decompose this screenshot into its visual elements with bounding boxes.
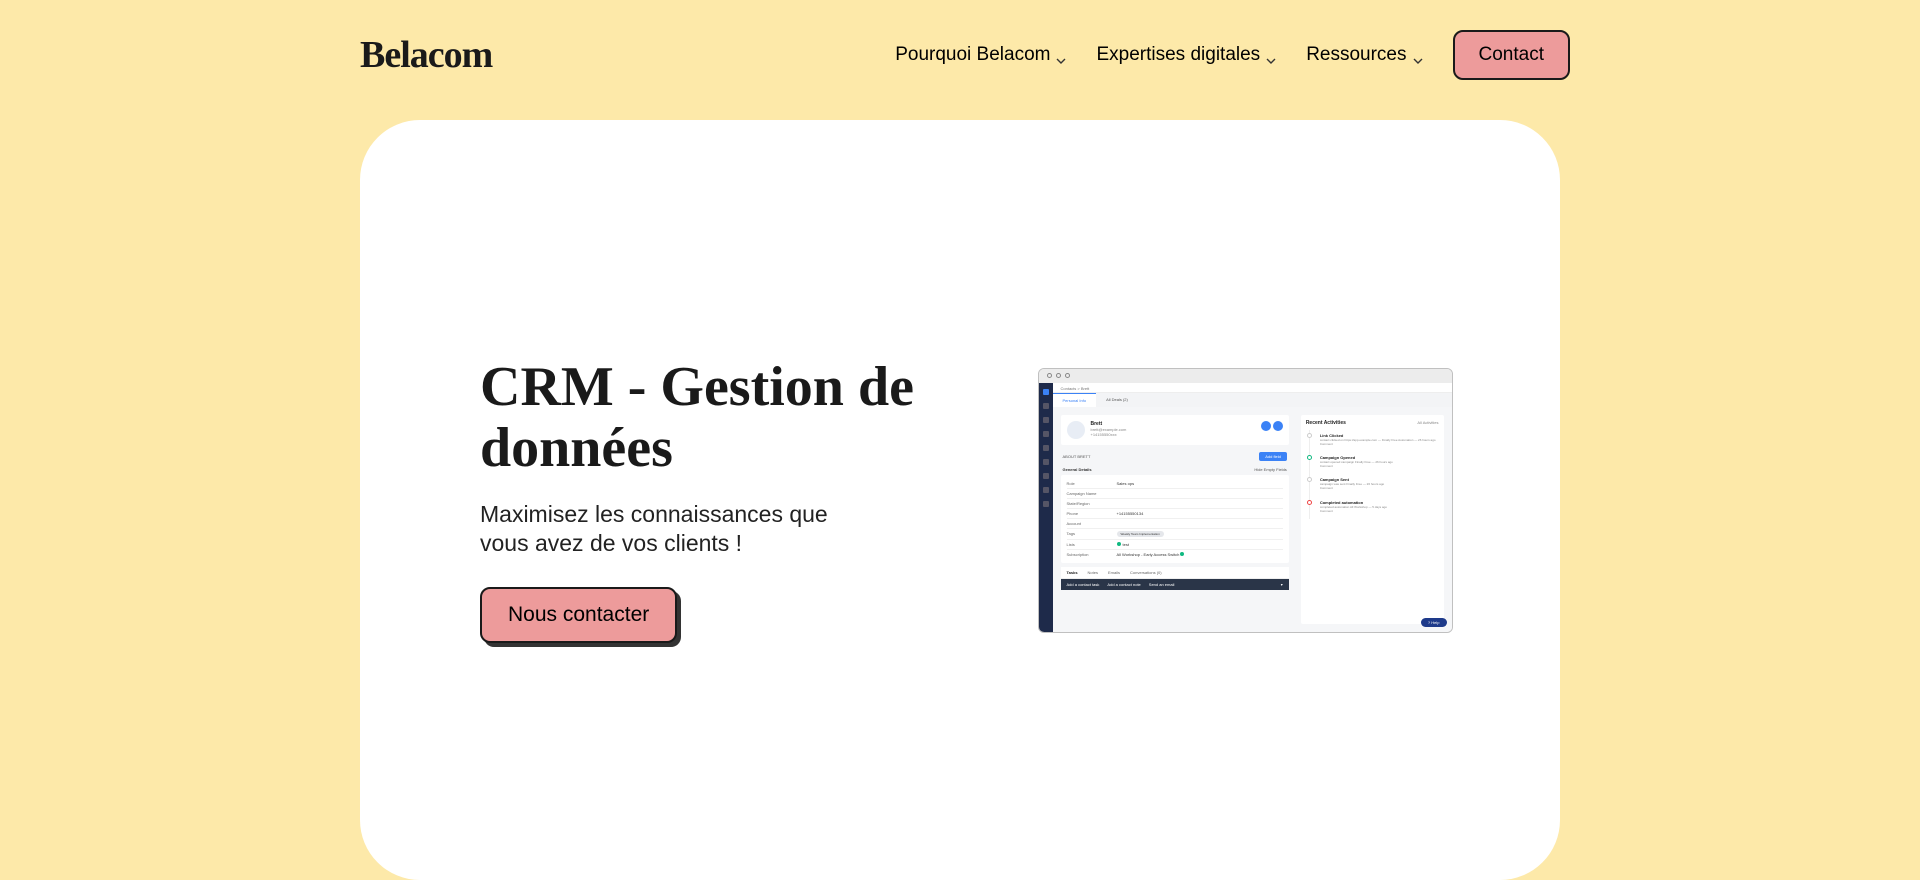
chevron-down-icon (1266, 50, 1276, 60)
nav-expertise[interactable]: Expertises digitales (1096, 44, 1276, 66)
crm-mockup: Contacts > Brett Personal Info All Deals… (1038, 368, 1453, 633)
contact-button[interactable]: Contact (1453, 30, 1570, 80)
detail-row: State/Region (1067, 499, 1283, 509)
activities-panel: Recent Activities All Activities Link Cl… (1301, 415, 1444, 624)
status-dot-icon (1180, 552, 1184, 556)
chevron-down-icon (1056, 50, 1066, 60)
tag-pill: Weekly Team Implementation (1117, 531, 1164, 537)
sidebar-icon (1043, 403, 1049, 409)
action-circle-icon (1273, 421, 1283, 431)
timeline-marker-icon (1307, 433, 1312, 438)
timeline-marker-icon (1307, 455, 1312, 460)
details-header: General Details (1063, 467, 1092, 472)
detail-row: TagsWeekly Team Implementation (1067, 529, 1283, 540)
window-dot-icon (1056, 373, 1061, 378)
activity-item: Link Clicked contact clicked on https://… (1309, 430, 1439, 452)
breadcrumb: Contacts > Brett (1053, 383, 1452, 393)
hero-right: Contacts > Brett Personal Info All Deals… (1010, 368, 1480, 633)
action-bar: Add a contact task Add a contact note Se… (1061, 579, 1289, 590)
field-filter: Hide Empty Fields (1254, 467, 1286, 472)
sidebar-icon (1043, 487, 1049, 493)
chevron-down-icon (1413, 50, 1423, 60)
about-label: ABOUT BRETT (1063, 454, 1091, 459)
nav-why-label: Pourquoi Belacom (895, 44, 1050, 66)
status-dot-icon (1117, 542, 1121, 546)
window-dot-icon (1047, 373, 1052, 378)
action-circle-icon (1261, 421, 1271, 431)
sidebar-icon (1043, 417, 1049, 423)
sidebar-icon (1043, 473, 1049, 479)
nav-why[interactable]: Pourquoi Belacom (895, 44, 1066, 66)
hero-card: CRM - Gestion de données Maximisez les c… (360, 120, 1560, 880)
activities-filter: All Activities (1417, 420, 1438, 426)
sidebar-icon (1043, 459, 1049, 465)
cta-contact-button[interactable]: Nous contacter (480, 587, 677, 643)
hero-subtitle: Maximisez les connaissances que vous ave… (480, 500, 880, 558)
sidebar-icon (1043, 389, 1049, 395)
detail-row: Account (1067, 519, 1283, 529)
hero-title: CRM - Gestion de données (480, 357, 950, 480)
timeline-marker-icon (1307, 477, 1312, 482)
sidebar-icon (1043, 501, 1049, 507)
activity-item: Campaign Sent campaign was sent Finally … (1309, 474, 1439, 496)
activities-header: Recent Activities (1306, 420, 1346, 426)
profile-header: Brett brett@example.com +14155550xxx (1061, 415, 1289, 445)
collapse-icon: ▾ (1281, 582, 1283, 587)
activity-item: Campaign Opened contact opened campaign … (1309, 452, 1439, 474)
detail-row: SubscriptionAll Workshop - Early Access … (1067, 550, 1283, 559)
sidebar-icon (1043, 445, 1049, 451)
detail-row: Phone+14155550134 (1067, 509, 1283, 519)
activity-item: Completed automation completed automatio… (1309, 497, 1439, 519)
hero-left: CRM - Gestion de données Maximisez les c… (440, 357, 950, 644)
profile-phone: +14155550xxx (1091, 432, 1259, 437)
window-dot-icon (1065, 373, 1070, 378)
main-nav: Pourquoi Belacom Expertises digitales Re… (895, 30, 1570, 80)
crm-sidebar (1039, 383, 1053, 632)
crm-tabs: Personal Info All Deals (2) (1053, 393, 1452, 407)
tab-personal: Personal Info (1053, 393, 1097, 407)
window-titlebar (1039, 369, 1452, 383)
bottom-tabs: Tasks Notes Emails Conversations (0) (1061, 567, 1289, 579)
timeline-marker-icon (1307, 500, 1312, 505)
detail-row: Liststest (1067, 540, 1283, 550)
nav-resources[interactable]: Ressources (1306, 44, 1422, 66)
tab-deals: All Deals (2) (1096, 393, 1138, 407)
detail-row: Campaign Name (1067, 489, 1283, 499)
help-button: ? Help (1421, 618, 1447, 627)
nav-resources-label: Ressources (1306, 44, 1406, 66)
brand-logo[interactable]: Belacom (360, 33, 492, 77)
details-list: RoleSales ops Campaign Name State/Region… (1061, 475, 1289, 563)
avatar (1067, 421, 1085, 439)
sidebar-icon (1043, 431, 1049, 437)
nav-expertise-label: Expertises digitales (1096, 44, 1260, 66)
detail-row: RoleSales ops (1067, 479, 1283, 489)
add-field-button: Add field (1259, 452, 1287, 461)
